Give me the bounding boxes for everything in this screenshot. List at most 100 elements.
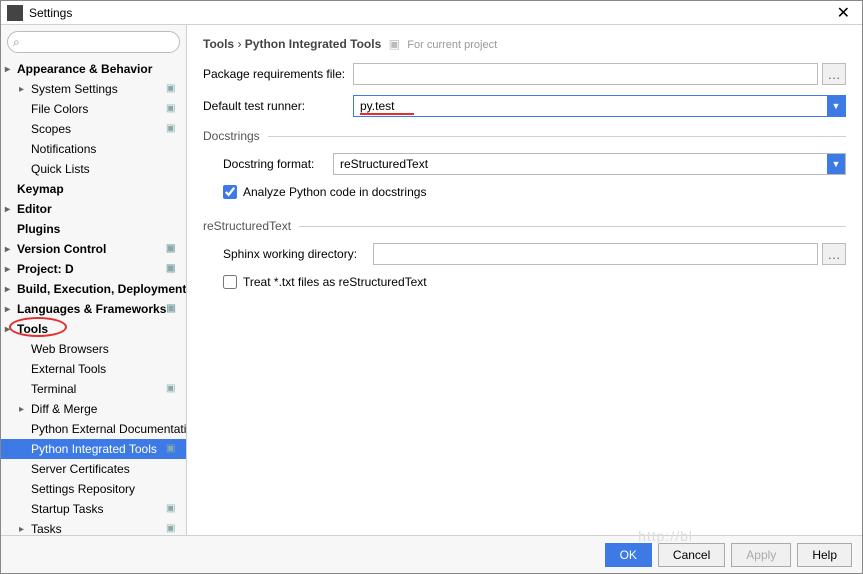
tree-item-label: Tools (17, 322, 48, 336)
tree-item-label: Build, Execution, Deployment (17, 282, 186, 296)
tree-item-appearance-behavior[interactable]: ▸ Appearance & Behavior (1, 59, 186, 79)
project-badge-icon: ▣ (166, 383, 178, 395)
project-badge-icon: ▣ (166, 103, 178, 115)
tree-item-editor[interactable]: ▸ Editor (1, 199, 186, 219)
project-badge-icon: ▣ (166, 243, 178, 255)
tree-item-terminal[interactable]: Terminal ▣ (1, 379, 186, 399)
tree-item-tasks[interactable]: ▸ Tasks ▣ (1, 519, 186, 535)
project-badge-icon: ▣ (166, 263, 178, 275)
tree-item-python-external-documentatic[interactable]: Python External Documentatic (1, 419, 186, 439)
cancel-button[interactable]: Cancel (658, 543, 725, 567)
tree-item-label: System Settings (31, 82, 118, 96)
tree-item-tools[interactable]: ▸ Tools (1, 319, 186, 339)
expand-icon[interactable]: ▸ (5, 284, 10, 295)
treat-txt-checkbox[interactable] (223, 275, 237, 289)
tree-item-scopes[interactable]: Scopes ▣ (1, 119, 186, 139)
breadcrumb-root: Tools (203, 37, 234, 51)
tree-item-label: Terminal (31, 382, 76, 396)
tree-item-startup-tasks[interactable]: Startup Tasks ▣ (1, 499, 186, 519)
expand-icon[interactable]: ▸ (5, 264, 10, 275)
tree-item-languages-frameworks[interactable]: ▸Languages & Frameworks▣ (1, 299, 186, 319)
tree-item-python-integrated-tools[interactable]: Python Integrated Tools ▣ (1, 439, 186, 459)
tree-item-system-settings[interactable]: ▸ System Settings ▣ (1, 79, 186, 99)
breadcrumb-project: For current project (407, 39, 497, 51)
expand-icon[interactable]: ▸ (5, 304, 10, 315)
search-input[interactable] (7, 31, 180, 53)
tree-item-label: Quick Lists (31, 162, 90, 176)
window-title: Settings (29, 6, 831, 20)
tree-item-version-control[interactable]: ▸Version Control▣ (1, 239, 186, 259)
dialog-footer: OK Cancel Apply Help (1, 535, 862, 573)
tree-item-label: Settings Repository (31, 482, 135, 496)
tree-item-label: Tasks (31, 522, 62, 535)
package-req-input[interactable] (353, 63, 818, 85)
breadcrumb: Tools › Python Integrated Tools ▣ For cu… (203, 33, 846, 63)
tree-item-keymap[interactable]: Keymap (1, 179, 186, 199)
expand-icon[interactable]: ▸ (19, 84, 24, 95)
apply-button[interactable]: Apply (731, 543, 791, 567)
tree-item-label: Appearance & Behavior (17, 62, 152, 76)
sphinx-browse-button[interactable]: … (822, 243, 846, 265)
sphinx-input[interactable] (373, 243, 818, 265)
expand-icon[interactable]: ▸ (5, 324, 10, 335)
test-runner-label: Default test runner: (203, 99, 353, 113)
tree-item-label: Plugins (17, 222, 60, 236)
sphinx-label: Sphinx working directory: (223, 247, 373, 261)
tree-item-build-execution-deployment[interactable]: ▸ Build, Execution, Deployment (1, 279, 186, 299)
breadcrumb-leaf: Python Integrated Tools (245, 37, 381, 51)
tree-item-external-tools[interactable]: External Tools (1, 359, 186, 379)
expand-icon[interactable]: ▸ (19, 524, 24, 535)
tree-item-diff-merge[interactable]: ▸ Diff & Merge (1, 399, 186, 419)
docstrings-legend: Docstrings (203, 129, 268, 143)
tree-item-plugins[interactable]: Plugins (1, 219, 186, 239)
package-req-browse-button[interactable]: … (822, 63, 846, 85)
test-runner-select[interactable]: py.test ▼ (353, 95, 846, 117)
project-badge-icon: ▣ (166, 123, 178, 135)
tree-item-label: Startup Tasks (31, 502, 103, 516)
content-pane: Tools › Python Integrated Tools ▣ For cu… (187, 25, 862, 535)
tree-item-label: Server Certificates (31, 462, 130, 476)
project-badge-icon: ▣ (166, 503, 178, 515)
tree-item-settings-repository[interactable]: Settings Repository (1, 479, 186, 499)
tree-item-file-colors[interactable]: File Colors▣ (1, 99, 186, 119)
dropdown-icon[interactable]: ▼ (827, 154, 845, 174)
tree-item-label: Project: D (17, 262, 74, 276)
project-badge-icon: ▣ (166, 303, 178, 315)
tree-item-project-d[interactable]: ▸ Project: D ▣ (1, 259, 186, 279)
tree-item-label: Scopes (31, 122, 71, 136)
project-badge-icon: ▣ (166, 443, 178, 455)
test-runner-value: py.test (360, 99, 394, 113)
help-button[interactable]: Help (797, 543, 852, 567)
sidebar: ⌕ ▸ Appearance & Behavior ▸ System Settings… (1, 25, 187, 535)
ok-button[interactable]: OK (605, 543, 652, 567)
tree-item-label: Diff & Merge (31, 402, 97, 416)
rst-legend: reStructuredText (203, 219, 299, 233)
search-icon: ⌕ (13, 35, 20, 50)
dropdown-icon[interactable]: ▼ (827, 96, 845, 116)
tree-item-web-browsers[interactable]: Web Browsers (1, 339, 186, 359)
project-badge-icon: ▣ (166, 523, 178, 535)
analyze-checkbox[interactable] (223, 185, 237, 199)
project-icon: ▣ (389, 37, 400, 51)
close-icon[interactable]: ✕ (831, 3, 856, 23)
docstring-format-value: reStructuredText (340, 157, 428, 171)
tree-item-label: Python Integrated Tools (31, 442, 157, 456)
analyze-label: Analyze Python code in docstrings (243, 185, 426, 199)
treat-txt-label: Treat *.txt files as reStructuredText (243, 275, 427, 289)
tree-item-label: Editor (17, 202, 52, 216)
expand-icon[interactable]: ▸ (19, 404, 24, 415)
project-badge-icon: ▣ (166, 83, 178, 95)
expand-icon[interactable]: ▸ (5, 244, 10, 255)
tree-item-label: Keymap (17, 182, 64, 196)
tree-item-server-certificates[interactable]: Server Certificates (1, 459, 186, 479)
settings-tree: ▸Appearance & Behavior▸System Settings▣F… (1, 59, 186, 535)
expand-icon[interactable]: ▸ (5, 64, 10, 75)
tree-item-notifications[interactable]: Notifications (1, 139, 186, 159)
docstring-format-label: Docstring format: (223, 157, 333, 171)
docstring-format-select[interactable]: reStructuredText ▼ (333, 153, 846, 175)
tree-item-label: External Tools (31, 362, 106, 376)
annotation-underline (360, 113, 414, 115)
tree-item-label: Web Browsers (31, 342, 109, 356)
expand-icon[interactable]: ▸ (5, 204, 10, 215)
tree-item-quick-lists[interactable]: Quick Lists (1, 159, 186, 179)
